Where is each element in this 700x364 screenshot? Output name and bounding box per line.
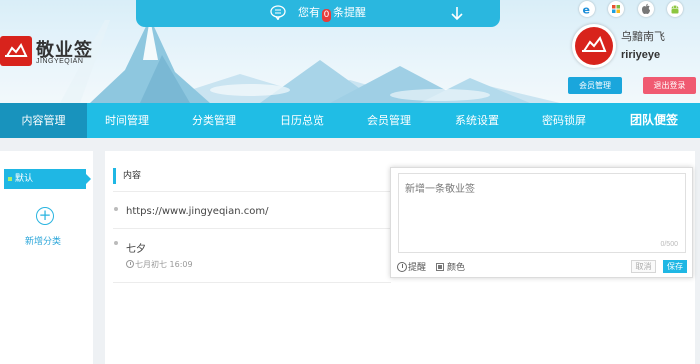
new-note-input[interactable] xyxy=(398,173,686,253)
color-label: 颜色 xyxy=(447,263,466,273)
note-item-text[interactable]: 七夕 xyxy=(126,240,146,255)
notification-bar[interactable]: 您有 0 条提醒 xyxy=(136,0,500,27)
logo-subtext: JINGYEQIAN xyxy=(36,58,84,65)
nav-member-management[interactable]: 会员管理 xyxy=(367,103,411,138)
logout-button[interactable]: 退出登录 xyxy=(643,77,696,94)
note-reminder-time: 七月初七 16:09 xyxy=(126,259,193,270)
save-button[interactable]: 保存 xyxy=(663,260,687,273)
notification-count-badge: 0 xyxy=(322,9,331,22)
reminder-toggle[interactable]: 提醒 xyxy=(397,260,426,273)
logo-icon[interactable] xyxy=(0,36,32,66)
apple-icon[interactable] xyxy=(638,1,654,17)
nav-password-lock[interactable]: 密码锁屏 xyxy=(542,103,586,138)
nav-time-management[interactable]: 时间管理 xyxy=(105,103,149,138)
color-square-icon xyxy=(436,263,444,271)
header: 您有 0 条提醒 敬业签 JINGYEQIAN e 乌黯南飞 ririyeye … xyxy=(0,0,700,103)
new-note-composer: 0/500 提醒 颜色 取消 保存 xyxy=(390,167,693,278)
color-picker-toggle[interactable]: 颜色 xyxy=(436,260,465,273)
list-item-bullet xyxy=(114,241,118,245)
list-item-bullet xyxy=(114,207,118,211)
android-icon[interactable] xyxy=(667,1,683,17)
windows-icon[interactable] xyxy=(608,1,624,17)
clock-icon xyxy=(397,262,407,272)
arrow-down-icon[interactable] xyxy=(450,5,464,21)
nav-content-management[interactable]: 内容管理 xyxy=(0,103,87,138)
notification-prefix: 您有 xyxy=(298,6,320,19)
char-counter: 0/500 xyxy=(660,241,678,248)
user-nickname: 乌黯南飞 xyxy=(621,30,665,43)
notification-suffix: 条提醒 xyxy=(333,6,366,19)
message-bubble-icon xyxy=(270,5,286,20)
section-title: 内容 xyxy=(113,168,141,184)
add-category-icon[interactable]: + xyxy=(36,207,54,225)
note-item-text[interactable]: https://www.jingyeqian.com/ xyxy=(126,206,268,217)
nav-category-management[interactable]: 分类管理 xyxy=(192,103,236,138)
clock-icon xyxy=(126,260,134,268)
divider xyxy=(113,191,391,192)
nav-team-notes[interactable]: 团队便签 xyxy=(630,103,678,138)
notification-text: 您有 0 条提醒 xyxy=(298,6,366,22)
add-category-button[interactable]: 新增分类 xyxy=(25,234,61,247)
note-time-text: 七月初七 16:09 xyxy=(135,260,193,269)
nav-calendar-overview[interactable]: 日历总览 xyxy=(280,103,324,138)
divider xyxy=(113,228,391,229)
member-management-button[interactable]: 会员管理 xyxy=(568,77,622,94)
main-nav: 内容管理 时间管理 分类管理 日历总览 会员管理 系统设置 密码锁屏 团队便签 xyxy=(0,103,700,138)
divider xyxy=(113,282,391,283)
ie-icon[interactable]: e xyxy=(579,1,595,17)
cancel-button[interactable]: 取消 xyxy=(631,260,656,273)
user-avatar[interactable] xyxy=(572,24,616,68)
reminder-label: 提醒 xyxy=(408,263,427,273)
category-item-default[interactable]: 默认 xyxy=(4,169,91,189)
nav-system-settings[interactable]: 系统设置 xyxy=(455,103,499,138)
user-name: ririyeye xyxy=(621,49,661,61)
svg-text:e: e xyxy=(583,4,590,17)
